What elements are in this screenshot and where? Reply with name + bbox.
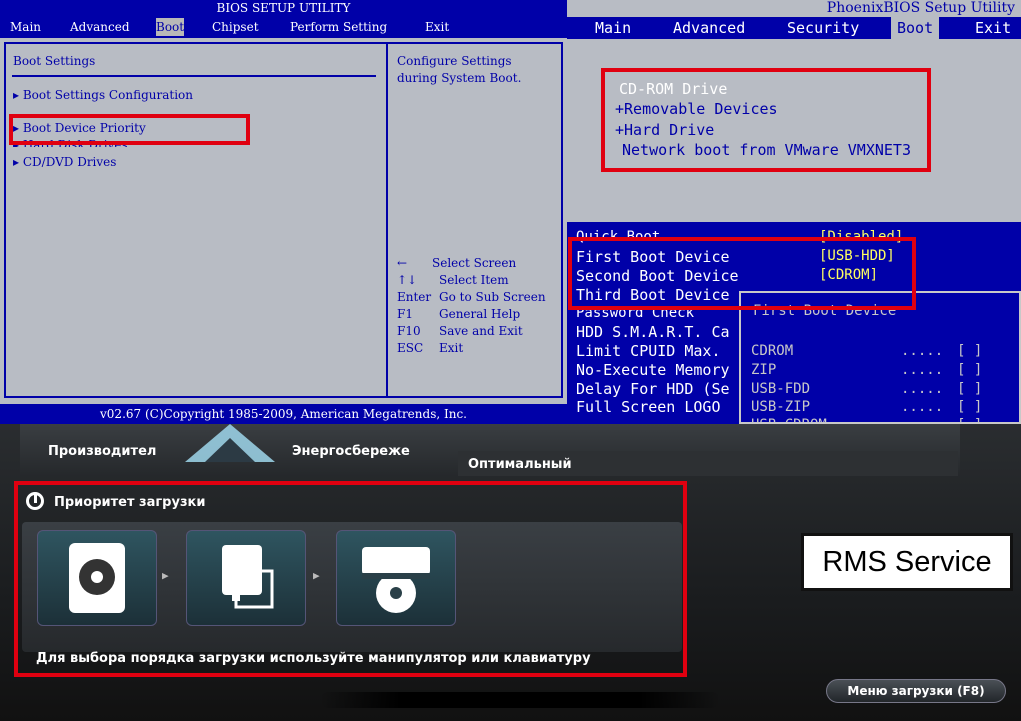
- ami-tab-exit[interactable]: Exit: [425, 18, 449, 36]
- popup-item-label[interactable]: USB-CDROM: [751, 417, 827, 423]
- ami-key-desc: Go to Sub Screen: [439, 290, 546, 304]
- asus-tab-performance[interactable]: Производител: [48, 444, 156, 459]
- phoenix-setting-no-execute[interactable]: No-Execute Memory: [576, 361, 730, 379]
- phoenix-first-boot-popup: First Boot Device CDROM ..... [ ] ZIP ..…: [739, 291, 1021, 424]
- popup-item-checkbox[interactable]: [ ]: [957, 343, 982, 359]
- ami-item-label: Boot Settings Configuration: [22, 88, 193, 102]
- ami-tab-perform-setting[interactable]: Perform Setting: [290, 18, 387, 36]
- phoenix-setting-hdd-smart[interactable]: HDD S.M.A.R.T. Ca: [576, 323, 730, 341]
- ami-help-line1: Configure Settings: [397, 54, 512, 68]
- ami-key: ↑↓: [397, 273, 418, 287]
- phoenix-tab-boot[interactable]: Boot: [891, 17, 940, 39]
- popup-item-checkbox[interactable]: [ ]: [957, 399, 982, 415]
- ami-item-cd-dvd-drives[interactable]: ▸ CD/DVD Drives: [13, 155, 116, 169]
- highlight-box-boot-devices: [568, 237, 916, 310]
- rms-service-watermark: RMS Service: [801, 533, 1013, 591]
- phoenix-tab-exit[interactable]: Exit: [969, 17, 1017, 39]
- logo-triangle-icon: [185, 424, 275, 462]
- triangle-icon: ▸: [13, 88, 23, 102]
- ami-key: F1: [397, 307, 413, 321]
- phoenix-title: PhoenixBIOS Setup Utility: [567, 0, 1021, 17]
- popup-item-checkbox[interactable]: [ ]: [957, 417, 982, 423]
- ami-title: BIOS SETUP UTILITY: [216, 1, 351, 15]
- ami-key: ESC: [397, 341, 424, 355]
- popup-item-label[interactable]: USB-FDD: [751, 381, 810, 397]
- ami-bios-panel: BIOS SETUP UTILITY Main Advanced Boot Ch…: [0, 0, 567, 424]
- ami-key-desc: Save and Exit: [439, 324, 523, 338]
- asus-tab-energy-saving[interactable]: Энергосбереже: [292, 444, 410, 459]
- ami-heading: Boot Settings: [13, 54, 96, 68]
- popup-item-label[interactable]: ZIP: [751, 362, 776, 378]
- ami-tab-chipset[interactable]: Chipset: [212, 18, 259, 36]
- ami-key: F10: [397, 324, 421, 338]
- triangle-icon: ▸: [13, 155, 23, 169]
- popup-item-dots: .....: [901, 399, 944, 415]
- ami-menu-bar: Main Advanced Boot Chipset Perform Setti…: [0, 18, 567, 36]
- asus-tab-optimal[interactable]: Оптимальный: [468, 457, 572, 472]
- ami-item-label: CD/DVD Drives: [22, 155, 117, 169]
- ami-help-line2: during System Boot.: [397, 71, 522, 85]
- popup-item-checkbox[interactable]: [ ]: [957, 362, 982, 378]
- ami-heading-rule: [12, 75, 376, 77]
- ami-tab-boot[interactable]: Boot: [156, 18, 185, 36]
- phoenix-tab-security[interactable]: Security: [781, 17, 865, 39]
- phoenix-menu-bar: Main Advanced Security Boot Exit: [567, 17, 1021, 39]
- highlight-box-boot-priority: [14, 481, 687, 677]
- ami-divider: [386, 42, 388, 398]
- phoenix-setting-full-screen-logo[interactable]: Full Screen LOGO: [576, 398, 721, 416]
- phoenix-tab-main[interactable]: Main: [589, 17, 637, 39]
- ami-key-desc: General Help: [439, 307, 521, 321]
- ami-tab-main[interactable]: Main: [10, 18, 41, 36]
- popup-item-dots: .....: [901, 381, 944, 397]
- ami-item-boot-settings-config[interactable]: ▸ Boot Settings Configuration: [13, 88, 193, 102]
- highlight-box-boot-order: [601, 68, 931, 172]
- ami-footer: v02.67 (C)Copyright 1985-2009, American …: [0, 404, 567, 424]
- phoenix-bios-panel: PhoenixBIOS Setup Utility Main Advanced …: [567, 0, 1021, 424]
- popup-item-dots: .....: [901, 417, 943, 423]
- phoenix-setting-limit-cpuid[interactable]: Limit CPUID Max.: [576, 342, 721, 360]
- shadow-bar: [320, 692, 720, 708]
- ami-key: Enter: [397, 290, 432, 304]
- highlight-box-boot-device-priority: [9, 114, 250, 145]
- ami-key-desc: Exit: [439, 341, 464, 355]
- popup-item-dots: .....: [901, 343, 944, 359]
- ami-tab-advanced[interactable]: Advanced: [70, 18, 130, 36]
- phoenix-setting-delay-hdd[interactable]: Delay For HDD (Se: [576, 380, 730, 398]
- boot-menu-button[interactable]: Меню загрузки (F8): [826, 679, 1006, 703]
- ami-key-desc: Select Screen: [432, 256, 517, 270]
- popup-item-dots: .....: [901, 362, 944, 378]
- popup-item-checkbox[interactable]: [ ]: [957, 381, 982, 397]
- popup-item-label[interactable]: CDROM: [751, 343, 793, 359]
- ami-key-desc: Select Item: [439, 273, 509, 287]
- popup-item-label[interactable]: USB-ZIP: [751, 399, 810, 415]
- ami-key: ←: [397, 256, 408, 270]
- phoenix-tab-advanced[interactable]: Advanced: [667, 17, 751, 39]
